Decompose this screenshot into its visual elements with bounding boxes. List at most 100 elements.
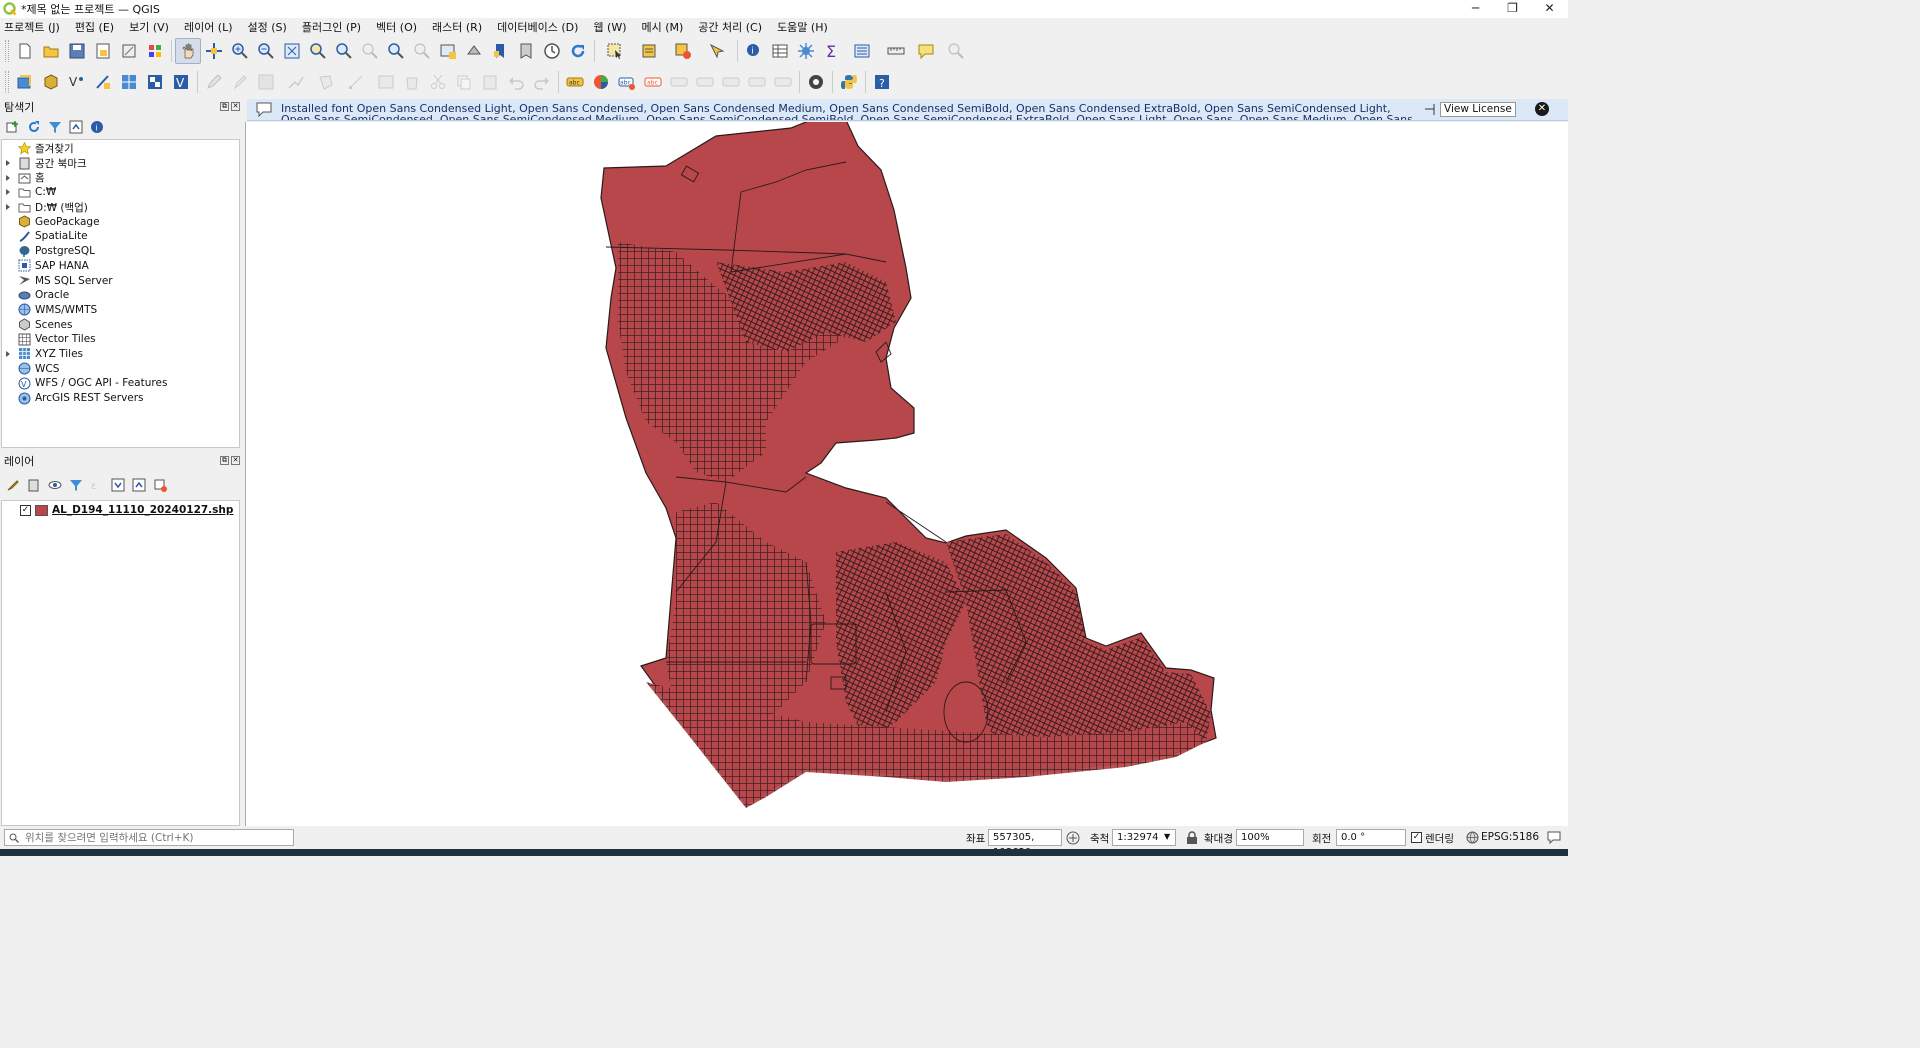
locator-zoom-icon[interactable] (939, 38, 973, 64)
new-temporary-layer-icon[interactable] (90, 69, 116, 95)
map-canvas[interactable] (245, 122, 1568, 826)
menu-processing[interactable]: 공간 처리 (C) (698, 19, 762, 35)
paste-features-icon[interactable] (477, 69, 503, 95)
new-print-layout-icon[interactable] (90, 38, 116, 64)
expand-all-icon[interactable] (109, 476, 127, 494)
expand-arrow-icon[interactable] (6, 160, 10, 167)
browser-item[interactable]: SAP HANA (2, 259, 239, 274)
expand-arrow-icon[interactable] (6, 350, 10, 357)
crs-globe-icon[interactable] (1466, 831, 1479, 844)
browser-item[interactable]: MS SQL Server (2, 273, 239, 288)
browser-item[interactable]: C:₩ (2, 185, 239, 200)
cut-features-icon[interactable] (425, 69, 451, 95)
measure-line-icon[interactable] (879, 38, 913, 64)
minimize-button[interactable]: ─ (1457, 0, 1494, 18)
filter-legend-icon[interactable] (67, 476, 85, 494)
refresh-browser-icon[interactable] (25, 118, 43, 136)
restore-button[interactable]: ❐ (1494, 0, 1531, 18)
zoom-native-icon[interactable] (357, 38, 383, 64)
float-panel-button[interactable]: ⧉ (220, 102, 229, 111)
pin-labels-icon[interactable]: abc (614, 69, 640, 95)
layer-name[interactable]: AL_D194_11110_20240127.shp (52, 504, 233, 516)
expand-arrow-icon[interactable] (6, 204, 10, 211)
highlight-pinned-labels-icon[interactable] (666, 69, 692, 95)
show-hide-labels-icon[interactable] (770, 69, 796, 95)
new-project-icon[interactable] (12, 38, 38, 64)
remove-layer-icon[interactable] (151, 476, 169, 494)
browser-item[interactable]: WCS (2, 361, 239, 376)
add-raster-layer-icon[interactable] (142, 69, 168, 95)
toolbar-grip[interactable] (5, 71, 9, 93)
new-map-view-icon[interactable] (435, 38, 461, 64)
rotate-label-icon[interactable] (718, 69, 744, 95)
rotation-field[interactable]: 0.0 ° (1336, 829, 1406, 846)
attribute-form-icon[interactable] (845, 38, 879, 64)
change-label-icon[interactable] (744, 69, 770, 95)
redo-icon[interactable] (529, 69, 555, 95)
magnifier-field[interactable]: 100% (1236, 829, 1304, 846)
new-virtual-layer-icon[interactable] (116, 69, 142, 95)
select-features-icon[interactable] (598, 38, 632, 64)
add-group-icon[interactable] (25, 476, 43, 494)
identify-features-icon[interactable]: i (741, 38, 767, 64)
undo-icon[interactable] (503, 69, 529, 95)
save-edits-icon[interactable] (253, 69, 279, 95)
select-by-location-icon[interactable] (700, 38, 734, 64)
refresh-icon[interactable] (565, 38, 591, 64)
menu-settings[interactable]: 설정 (S) (248, 19, 287, 35)
new-bookmark-icon[interactable] (487, 38, 513, 64)
new-3d-view-icon[interactable] (461, 38, 487, 64)
browser-item[interactable]: Vector Tiles (2, 332, 239, 347)
open-attribute-table-icon[interactable] (767, 38, 793, 64)
menu-help[interactable]: 도움말 (H) (777, 19, 828, 35)
help-icon[interactable]: ? (869, 69, 895, 95)
qgis-cloud-icon[interactable] (803, 69, 829, 95)
add-vector-layer-icon[interactable]: V (168, 69, 194, 95)
browser-item[interactable]: ArcGIS REST Servers (2, 391, 239, 406)
filter-browser-icon[interactable] (46, 118, 64, 136)
close-panel-button[interactable]: ✕ (231, 102, 240, 111)
browser-item[interactable]: SpatiaLite (2, 229, 239, 244)
show-bookmarks-icon[interactable] (513, 38, 539, 64)
menu-edit[interactable]: 편집 (E) (75, 19, 114, 35)
toggle-editing-icon[interactable] (227, 69, 253, 95)
menu-raster[interactable]: 래스터 (R) (432, 19, 482, 35)
zoom-full-icon[interactable] (279, 38, 305, 64)
current-edits-icon[interactable] (201, 69, 227, 95)
layer-item[interactable]: ✓ AL_D194_11110_20240127.shp (20, 504, 233, 516)
save-project-icon[interactable] (64, 38, 90, 64)
browser-item[interactable]: GeoPackage (2, 214, 239, 229)
move-label-icon[interactable] (692, 69, 718, 95)
zoom-to-selection-icon[interactable] (305, 38, 331, 64)
digitize-line-icon[interactable] (279, 69, 313, 95)
map-tips-icon[interactable] (913, 38, 939, 64)
toolbar-grip[interactable] (5, 40, 9, 62)
lock-scale-icon[interactable] (1186, 831, 1198, 844)
manage-visibility-icon[interactable] (46, 476, 64, 494)
expand-arrow-icon[interactable] (6, 174, 10, 181)
browser-item[interactable]: 홈 (2, 170, 239, 185)
expand-arrow-icon[interactable] (6, 189, 10, 196)
browser-item[interactable]: Scenes (2, 317, 239, 332)
pan-to-selection-icon[interactable] (201, 38, 227, 64)
show-unplaced-labels-icon[interactable]: abc (640, 69, 666, 95)
menu-web[interactable]: 웹 (W) (593, 19, 626, 35)
zoom-to-layer-icon[interactable] (331, 38, 357, 64)
statistical-summary-icon[interactable]: Σ (819, 38, 845, 64)
processing-toolbox-icon[interactable] (793, 38, 819, 64)
float-panel-button[interactable]: ⧉ (220, 456, 229, 465)
collapse-layers-icon[interactable] (130, 476, 148, 494)
layer-diagram-icon[interactable] (588, 69, 614, 95)
close-message-icon[interactable]: ✕ (1535, 102, 1549, 116)
vertex-tool-icon[interactable] (339, 69, 373, 95)
toggle-extents-icon[interactable] (1066, 831, 1080, 845)
browser-item[interactable]: V WFS / OGC API - Features (2, 376, 239, 391)
style-manager-icon[interactable] (142, 38, 168, 64)
menu-layer[interactable]: 레이어 (L) (184, 19, 233, 35)
coordinate-field[interactable]: 557305, 193620 (988, 829, 1062, 858)
filter-by-expression-icon[interactable]: ε (88, 476, 106, 494)
browser-item[interactable]: 공간 북마크 (2, 156, 239, 171)
zoom-in-icon[interactable] (227, 38, 253, 64)
collapse-all-icon[interactable] (67, 118, 85, 136)
scale-dropdown-arrow[interactable]: ▼ (1164, 832, 1170, 841)
